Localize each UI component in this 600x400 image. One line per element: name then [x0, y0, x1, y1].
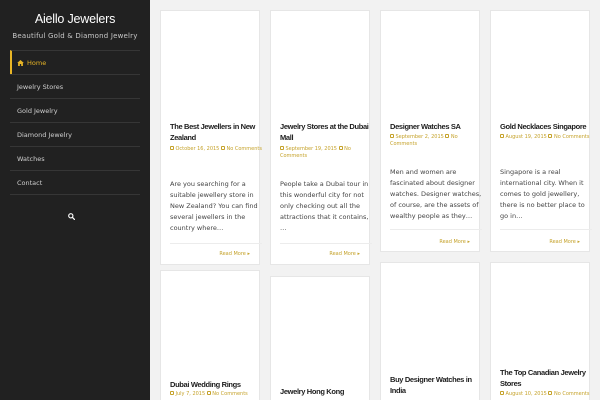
post-excerpt: Singapore is a real international city. … [500, 168, 585, 220]
nav-item-label: Home [27, 59, 47, 67]
nav-item-watches[interactable]: Watches [10, 146, 140, 170]
read-more-label: Read More [219, 251, 246, 257]
post-card: Jewelry Hong Kong [270, 276, 370, 400]
post-comments[interactable]: No Comments [226, 146, 262, 152]
comment-icon [548, 391, 553, 395]
search-toggle[interactable] [68, 207, 78, 221]
comment-icon [548, 134, 553, 138]
post-meta: August 19, 2015 No Comments [500, 134, 592, 141]
post-comments[interactable]: No Comments [554, 134, 590, 140]
post-title[interactable]: Buy Designer Watches in India [390, 374, 482, 396]
card-divider [170, 243, 262, 244]
post-title[interactable]: Designer Watches SA [390, 121, 482, 132]
calendar-icon [170, 146, 174, 150]
post-date[interactable]: August 19, 2015 [506, 134, 547, 140]
post-date[interactable]: July 7, 2015 [176, 391, 206, 397]
read-more-link[interactable]: Read More ▸ [549, 239, 580, 245]
post-card: Buy Designer Watches in India [380, 262, 480, 400]
comment-icon [220, 146, 225, 150]
post-card: Gold Necklaces Singapore August 19, 2015… [490, 10, 592, 252]
comment-icon [445, 134, 450, 138]
chevron-right-icon: ▸ [247, 251, 250, 257]
post-date[interactable]: October 16, 2015 [176, 146, 220, 152]
nav-item-diamond-jewelry[interactable]: Diamond Jewelry [10, 122, 140, 146]
read-more-label: Read More [329, 251, 356, 257]
nav-item-contact[interactable]: Contact [10, 170, 140, 194]
post-date[interactable]: August 10, 2015 [506, 391, 547, 397]
post-title[interactable]: Jewelry Hong Kong [280, 386, 372, 397]
nav-item-jewelry-stores[interactable]: Jewelry Stores [10, 74, 140, 98]
calendar-icon [500, 391, 504, 395]
nav-item-home[interactable]: Home [10, 50, 140, 74]
read-more-label: Read More [549, 239, 576, 245]
chevron-right-icon: ▸ [577, 239, 580, 245]
chevron-right-icon: ▸ [467, 239, 470, 245]
site-tagline: Beautiful Gold & Diamond Jewelry [12, 32, 138, 40]
read-more-link[interactable]: Read More ▸ [439, 239, 470, 245]
home-icon [17, 59, 24, 66]
post-title[interactable]: The Top Canadian Jewelry Stores [500, 367, 592, 389]
sidebar: Aiello Jewelers Beautiful Gold & Diamond… [0, 0, 150, 400]
post-title[interactable]: Jewelry Stores at the Dubai Mall [280, 121, 372, 143]
main-nav: Home Jewelry Stores Gold Jewelry Diamond… [10, 50, 140, 195]
post-meta: July 7, 2015 No Comments [170, 391, 262, 398]
search-icon [68, 213, 76, 221]
read-more-link[interactable]: Read More ▸ [219, 251, 250, 257]
post-title[interactable]: Dubai Wedding Rings [170, 379, 262, 390]
site-title[interactable]: Aiello Jewelers [0, 12, 150, 26]
post-meta: August 10, 2015 No Comments [500, 391, 592, 398]
post-card: Jewelry Stores at the Dubai Mall Septemb… [270, 10, 372, 265]
post-meta: September 2, 2015 No Comments [390, 134, 482, 147]
chevron-right-icon: ▸ [357, 251, 360, 257]
post-card: Dubai Wedding Rings July 7, 2015 No Comm… [160, 270, 260, 400]
post-title[interactable]: Gold Necklaces Singapore [500, 121, 592, 132]
card-divider [390, 229, 482, 230]
post-excerpt: People take a Dubai tour in this wonderf… [280, 180, 369, 232]
post-date[interactable]: September 2, 2015 [396, 134, 444, 140]
post-excerpt: Are you searching for a suitable jewelle… [170, 180, 258, 232]
post-meta: October 16, 2015 No Comments [170, 146, 262, 153]
post-comments[interactable]: No Comments [212, 391, 248, 397]
nav-item-gold-jewelry[interactable]: Gold Jewelry [10, 98, 140, 122]
comment-icon [206, 391, 211, 395]
post-excerpt: Men and women are fascinated about desig… [390, 168, 482, 220]
card-divider [500, 229, 592, 230]
post-date[interactable]: September 19, 2015 [286, 146, 338, 152]
post-card: The Top Canadian Jewelry Stores August 1… [490, 262, 590, 400]
post-card: Designer Watches SA September 2, 2015 No… [380, 10, 482, 252]
post-comments[interactable]: No Comments [554, 391, 590, 397]
post-card: The Best Jewellers in New Zealand Octobe… [160, 10, 262, 265]
card-divider [280, 243, 372, 244]
calendar-icon [390, 134, 394, 138]
post-meta: September 19, 2015 No Comments [280, 146, 372, 159]
calendar-icon [170, 391, 174, 395]
comment-icon [338, 146, 343, 150]
read-more-link[interactable]: Read More ▸ [329, 251, 360, 257]
post-title[interactable]: The Best Jewellers in New Zealand [170, 121, 262, 143]
calendar-icon [500, 134, 504, 138]
calendar-icon [280, 146, 284, 150]
read-more-label: Read More [439, 239, 466, 245]
